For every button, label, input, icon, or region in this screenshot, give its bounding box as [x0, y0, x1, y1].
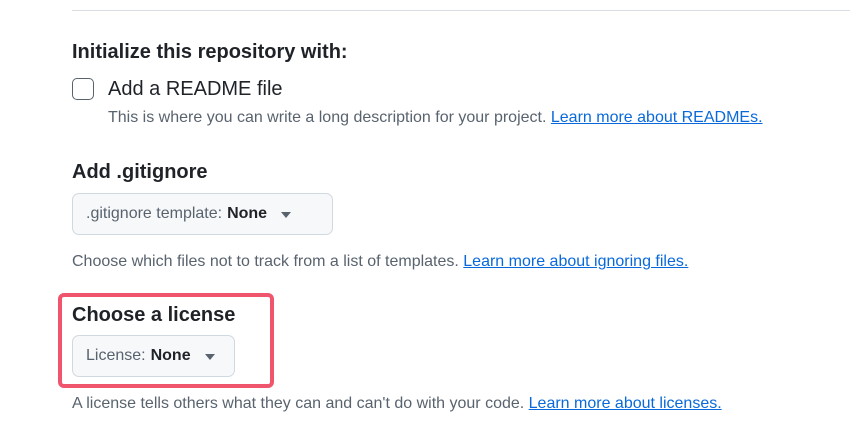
readme-help-text: This is where you can write a long descr… — [108, 109, 547, 126]
triangle-down-icon — [204, 354, 215, 360]
ignoring-files-learn-more-link[interactable]: Learn more about ignoring files. — [463, 253, 688, 270]
triangle-down-icon — [281, 212, 292, 218]
license-select-value: None — [150, 347, 191, 364]
license-help-text: A license tells others what they can and… — [72, 395, 525, 412]
readme-help: This is where you can write a long descr… — [108, 107, 763, 129]
repository-settings: Initialize this repository with: Add a R… — [0, 0, 850, 437]
gitignore-template-select[interactable]: .gitignore template: None — [72, 193, 333, 235]
gitignore-select-value: None — [227, 205, 268, 222]
readmes-learn-more-link[interactable]: Learn more about READMEs. — [551, 109, 763, 126]
readme-label[interactable]: Add a README file — [108, 77, 283, 101]
readme-checkbox[interactable] — [72, 78, 94, 100]
gitignore-help: Choose which files not to track from a l… — [72, 251, 688, 273]
gitignore-heading: Add .gitignore — [72, 161, 208, 183]
license-help: A license tells others what they can and… — [72, 393, 722, 415]
readme-option[interactable]: Add a README file — [72, 77, 283, 101]
license-select[interactable]: License: None — [72, 335, 235, 377]
gitignore-select-prefix: .gitignore template: — [86, 205, 223, 222]
initialize-heading: Initialize this repository with: — [72, 41, 348, 63]
licenses-learn-more-link[interactable]: Learn more about licenses. — [529, 395, 722, 412]
gitignore-help-text: Choose which files not to track from a l… — [72, 253, 459, 270]
section-divider — [72, 10, 850, 11]
license-select-prefix: License: — [86, 347, 146, 364]
license-heading: Choose a license — [72, 304, 236, 326]
